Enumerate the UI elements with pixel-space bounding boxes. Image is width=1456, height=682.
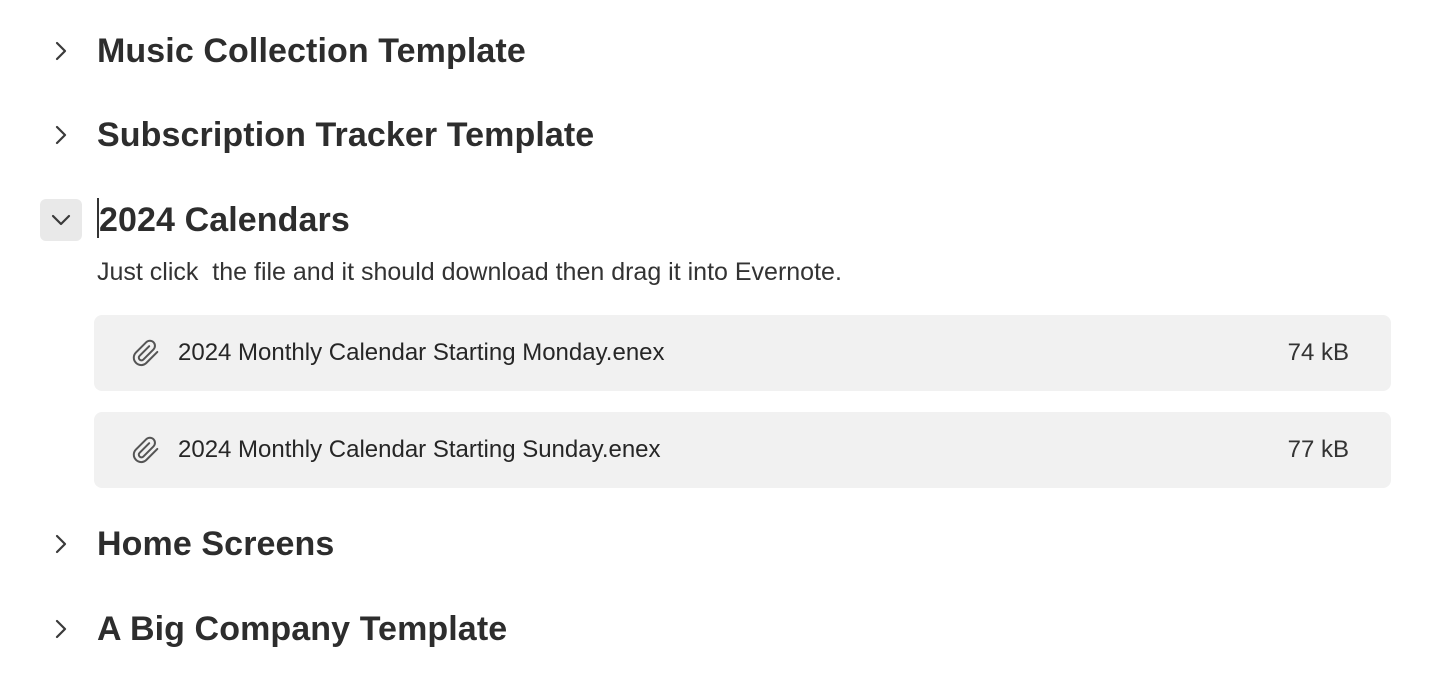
chevron-right-icon: [55, 619, 67, 639]
section-description: Just click the file and it should downlo…: [97, 258, 842, 286]
attachment-filesize: 74 kB: [1287, 339, 1349, 366]
toggle-heading[interactable]: Subscription Tracker Template: [97, 116, 594, 155]
toggle-heading[interactable]: 2024 Calendars: [99, 201, 350, 240]
toggle-button[interactable]: [40, 608, 82, 650]
toggle-section-music-collection[interactable]: Music Collection Template: [40, 29, 526, 73]
toggle-heading-editable[interactable]: 2024 Calendars: [97, 198, 350, 240]
toggle-heading[interactable]: A Big Company Template: [97, 610, 507, 649]
paperclip-icon: [132, 436, 159, 464]
toggle-section-big-company[interactable]: A Big Company Template: [40, 607, 507, 651]
attachment-filesize: 77 kB: [1287, 436, 1349, 463]
attachment-card[interactable]: 2024 Monthly Calendar Starting Sunday.en…: [94, 412, 1391, 488]
toggle-section-2024-calendars[interactable]: 2024 Calendars: [40, 198, 350, 242]
chevron-right-icon: [55, 534, 67, 554]
attachment-filename[interactable]: 2024 Monthly Calendar Starting Monday.en…: [178, 339, 665, 367]
note-page: Music Collection Template Subscription T…: [0, 0, 1456, 682]
toggle-heading[interactable]: Home Screens: [97, 525, 334, 564]
attachment-filename[interactable]: 2024 Monthly Calendar Starting Sunday.en…: [178, 436, 661, 464]
paperclip-icon: [132, 339, 159, 367]
toggle-button[interactable]: [40, 114, 82, 156]
chevron-down-icon: [51, 214, 71, 226]
chevron-right-icon: [55, 125, 67, 145]
toggle-section-subscription-tracker[interactable]: Subscription Tracker Template: [40, 113, 594, 157]
chevron-right-icon: [55, 41, 67, 61]
toggle-heading[interactable]: Music Collection Template: [97, 32, 526, 71]
toggle-button[interactable]: [40, 30, 82, 72]
toggle-button[interactable]: [40, 523, 82, 565]
attachment-card[interactable]: 2024 Monthly Calendar Starting Monday.en…: [94, 315, 1391, 391]
toggle-button[interactable]: [40, 199, 82, 241]
text-cursor: [97, 198, 99, 238]
toggle-section-home-screens[interactable]: Home Screens: [40, 522, 334, 566]
